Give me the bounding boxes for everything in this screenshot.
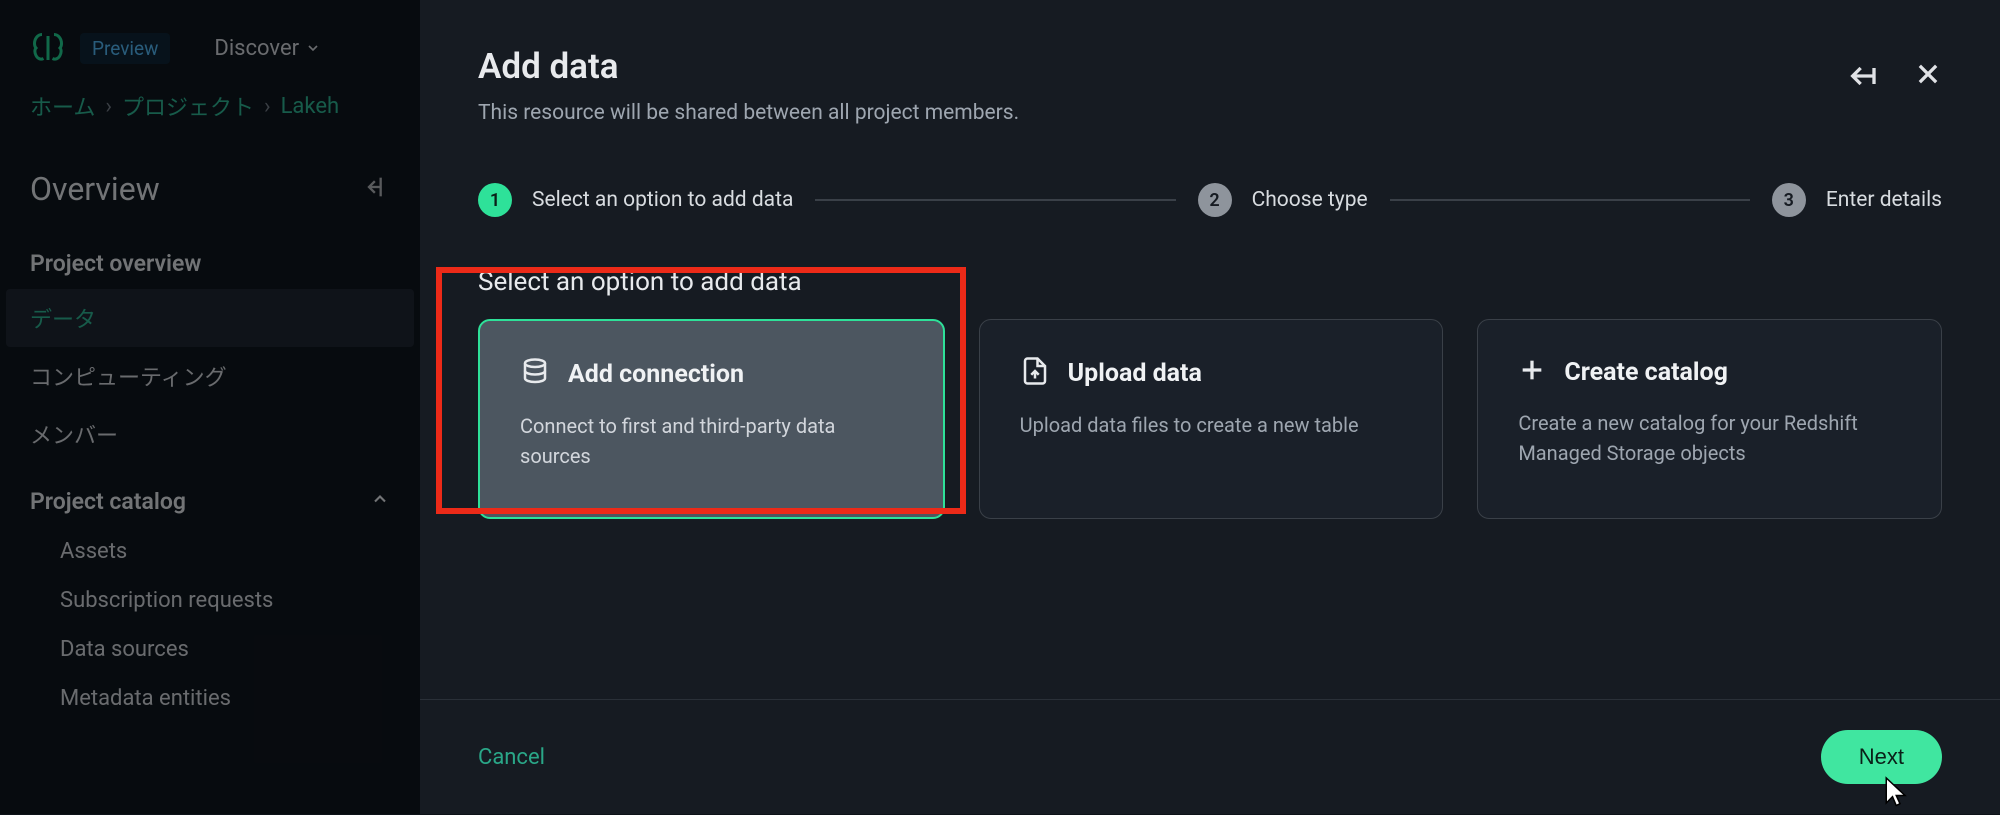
card-description: Connect to first and third-party data so… [520,411,903,471]
panel-footer: Cancel Next [420,699,2000,814]
card-title: Upload data [1068,359,1202,388]
step-1-number: 1 [478,183,512,217]
step-2: 2 Choose type [1198,183,1368,217]
card-add-connection[interactable]: Add connection Connect to first and thir… [478,319,945,519]
panel-title: Add data [478,46,1019,87]
step-3-label: Enter details [1826,188,1942,212]
card-upload-data[interactable]: Upload data Upload data files to create … [979,319,1444,519]
section-title: Select an option to add data [478,267,1942,297]
database-icon [520,357,550,391]
back-icon[interactable] [1846,60,1878,96]
card-description: Upload data files to create a new table [1020,410,1403,440]
card-create-catalog[interactable]: Create catalog Create a new catalog for … [1477,319,1942,519]
card-title: Add connection [568,360,744,389]
panel-subtitle: This resource will be shared between all… [478,101,1019,125]
step-3-number: 3 [1772,183,1806,217]
cursor-icon [1880,775,1910,815]
option-cards: Add connection Connect to first and thir… [478,319,1942,519]
step-1-label: Select an option to add data [532,188,793,212]
close-icon[interactable] [1914,60,1942,96]
step-3: 3 Enter details [1772,183,1942,217]
step-1: 1 Select an option to add data [478,183,793,217]
upload-file-icon [1020,356,1050,390]
plus-icon [1518,356,1546,388]
stepper: 1 Select an option to add data 2 Choose … [420,143,2000,237]
step-2-number: 2 [1198,183,1232,217]
cancel-button[interactable]: Cancel [478,745,545,770]
card-title: Create catalog [1564,358,1728,387]
step-2-label: Choose type [1252,188,1368,212]
card-description: Create a new catalog for your Redshift M… [1518,408,1901,468]
add-data-panel: Add data This resource will be shared be… [420,0,2000,814]
